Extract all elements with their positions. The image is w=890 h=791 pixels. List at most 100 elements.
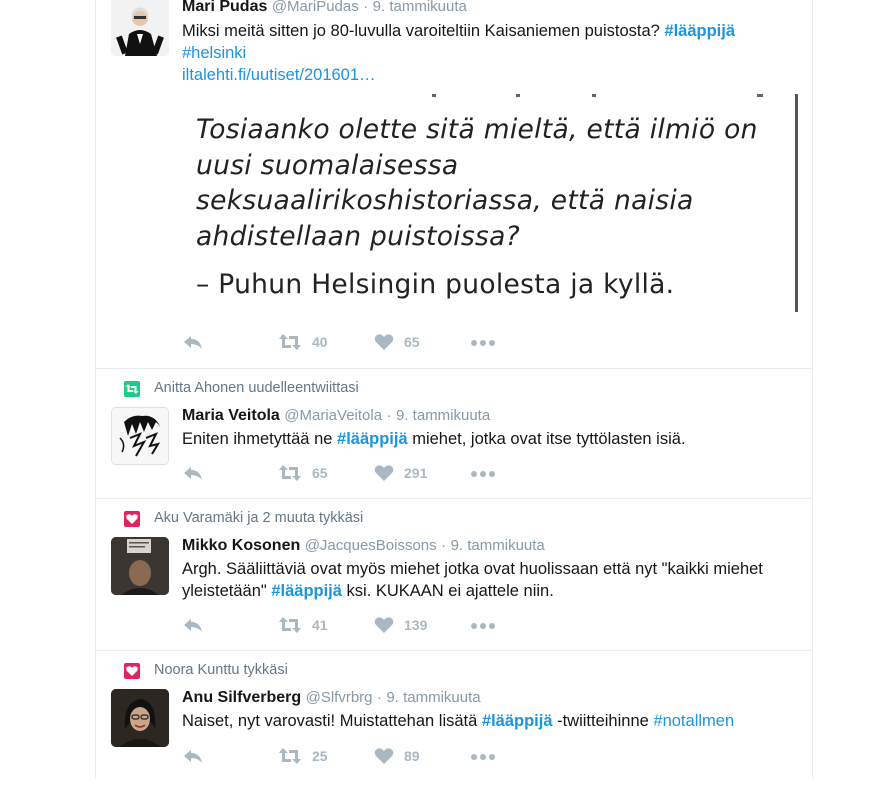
retweet-count: 41 — [312, 617, 328, 633]
context-text[interactable]: Noora Kunttu tykkäsi — [154, 662, 288, 678]
reply-icon — [184, 619, 202, 632]
timestamp[interactable]: 9. tammikuuta — [373, 0, 467, 15]
more-button[interactable] — [470, 465, 496, 483]
quote-text: Tosiaanko olette sitä mieltä, että ilmiö… — [196, 114, 758, 252]
retweet-button[interactable]: 40 — [278, 333, 328, 351]
reply-button[interactable] — [182, 333, 204, 351]
like-count: 65 — [404, 334, 420, 350]
tweet-text: Eniten ihmetyttää ne #lääppijä miehet, j… — [182, 428, 802, 450]
tweet-actions: 40 65 — [182, 333, 542, 353]
retweet-count: 40 — [312, 334, 328, 350]
heart-context-icon — [124, 511, 140, 527]
avatar[interactable] — [111, 537, 169, 595]
fullname[interactable]: Mikko Kosonen — [182, 537, 300, 554]
heart-icon — [374, 334, 394, 350]
more-icon — [471, 623, 495, 629]
tweet-header: Mari Pudas @MariPudas · 9. tammikuuta — [182, 0, 467, 16]
hashtag-link[interactable]: #lääppijä — [337, 430, 408, 448]
tweet[interactable]: Anitta Ahonen uudelleentwiittasi Maria V… — [96, 369, 812, 499]
context-text[interactable]: Aku Varamäki ja 2 muuta tykkäsi — [154, 510, 363, 526]
username[interactable]: @JacquesBoissons — [305, 537, 437, 554]
tweet[interactable]: Noora Kunttu tykkäsi Anu Silfverberg @Sl… — [96, 651, 812, 791]
avatar[interactable] — [111, 689, 169, 747]
more-button[interactable] — [470, 334, 496, 352]
more-icon — [471, 340, 495, 346]
heart-context-icon — [124, 663, 140, 679]
tweet[interactable]: Aku Varamäki ja 2 muuta tykkäsi Mikko Ko… — [96, 499, 812, 651]
text-segment: yleistetään" — [182, 582, 272, 600]
more-button[interactable] — [470, 748, 496, 766]
tweet-stream: Mari Pudas @MariPudas · 9. tammikuuta Mi… — [95, 0, 813, 779]
image-edge — [795, 94, 798, 312]
reply-icon — [184, 750, 202, 763]
username[interactable]: @MariaVeitola — [284, 407, 382, 424]
tweet-actions: 41 139 — [182, 616, 542, 636]
context-text[interactable]: Anitta Ahonen uudelleentwiittasi — [154, 380, 359, 396]
hashtag-link[interactable]: #helsinki — [182, 44, 246, 62]
separator-dot: · — [376, 689, 382, 706]
like-button[interactable]: 89 — [374, 747, 420, 765]
like-button[interactable]: 65 — [374, 333, 420, 351]
fullname[interactable]: Anu Silfverberg — [182, 689, 301, 706]
like-count: 139 — [404, 617, 428, 633]
url-link[interactable]: iltalehti.fi/uutiset/201601… — [182, 66, 376, 84]
tweet-header: Anu Silfverberg @Slfvrbrg · 9. tammikuut… — [182, 689, 481, 707]
reply-icon — [184, 467, 202, 480]
retweet-icon — [279, 617, 301, 633]
timestamp[interactable]: 9. tammikuuta — [396, 407, 490, 424]
tweet-text: Argh. Sääliittäviä ovat myös miehet jotk… — [182, 558, 802, 602]
hashtag-link[interactable]: #lääppijä — [664, 22, 735, 40]
retweet-icon — [279, 465, 301, 481]
like-button[interactable]: 291 — [374, 464, 427, 482]
reply-button[interactable] — [182, 747, 204, 765]
tweet-header: Mikko Kosonen @JacquesBoissons · 9. tamm… — [182, 537, 545, 555]
retweet-count: 25 — [312, 748, 328, 764]
tweet-text: Miksi meitä sitten jo 80-luvulla varoite… — [182, 20, 802, 86]
fullname[interactable]: Maria Veitola — [182, 407, 280, 424]
retweet-icon — [279, 748, 301, 764]
tweet[interactable]: Mari Pudas @MariPudas · 9. tammikuuta Mi… — [96, 0, 812, 369]
text-segment: Naiset, nyt varovasti! Muistattehan lisä… — [182, 712, 482, 730]
hashtag-link[interactable]: #lääppijä — [482, 712, 553, 730]
retweet-button[interactable]: 25 — [278, 747, 328, 765]
text-segment: ksi. KUKAAN ei ajattele niin. — [341, 582, 554, 600]
retweet-icon — [279, 334, 301, 350]
text-segment: Miksi meitä sitten jo 80-luvulla varoite… — [182, 22, 665, 40]
timestamp[interactable]: 9. tammikuuta — [451, 537, 545, 554]
tweet-context: Anitta Ahonen uudelleentwiittasi — [124, 380, 359, 397]
tweet-text: Naiset, nyt varovasti! Muistattehan lisä… — [182, 710, 802, 732]
hashtag-link[interactable]: #notallmen — [653, 712, 734, 730]
username[interactable]: @MariPudas — [272, 0, 359, 15]
retweet-button[interactable]: 65 — [278, 464, 328, 482]
avatar[interactable] — [111, 407, 169, 465]
media-image[interactable]: Tosiaanko olette sitä mieltä, että ilmiö… — [182, 94, 798, 316]
separator-dot: · — [441, 537, 447, 554]
reply-button[interactable] — [182, 616, 204, 634]
separator-dot: · — [386, 407, 392, 424]
tweet-actions: 25 89 — [182, 747, 542, 767]
reply-button[interactable] — [182, 464, 204, 482]
more-button[interactable] — [470, 617, 496, 635]
retweet-count: 65 — [312, 465, 328, 481]
reply-icon — [184, 336, 202, 349]
heart-icon — [374, 465, 394, 481]
heart-icon — [374, 748, 394, 764]
retweet-button[interactable]: 41 — [278, 616, 328, 634]
username[interactable]: @Slfvrbrg — [306, 689, 373, 706]
tweet-context: Noora Kunttu tykkäsi — [124, 662, 288, 679]
hashtag-link[interactable]: #lääppijä — [271, 582, 342, 600]
tweet-actions: 65 291 — [182, 464, 542, 484]
image-edge-marks — [432, 94, 763, 97]
like-button[interactable]: 139 — [374, 616, 427, 634]
fullname[interactable]: Mari Pudas — [182, 0, 267, 15]
like-count: 89 — [404, 748, 420, 764]
timestamp[interactable]: 9. tammikuuta — [386, 689, 480, 706]
heart-icon — [374, 617, 394, 633]
text-segment: Eniten ihmetyttää ne — [182, 430, 338, 448]
text-segment: miehet, jotka ovat itse tyttölasten isiä… — [407, 430, 686, 448]
avatar[interactable] — [111, 0, 169, 56]
separator-dot: · — [363, 0, 369, 15]
text-segment: Argh. Sääliittäviä ovat myös miehet jotk… — [182, 560, 763, 578]
answer-text: – Puhun Helsingin puolesta ja kyllä. — [196, 269, 675, 300]
retweet-context-icon — [124, 381, 140, 397]
